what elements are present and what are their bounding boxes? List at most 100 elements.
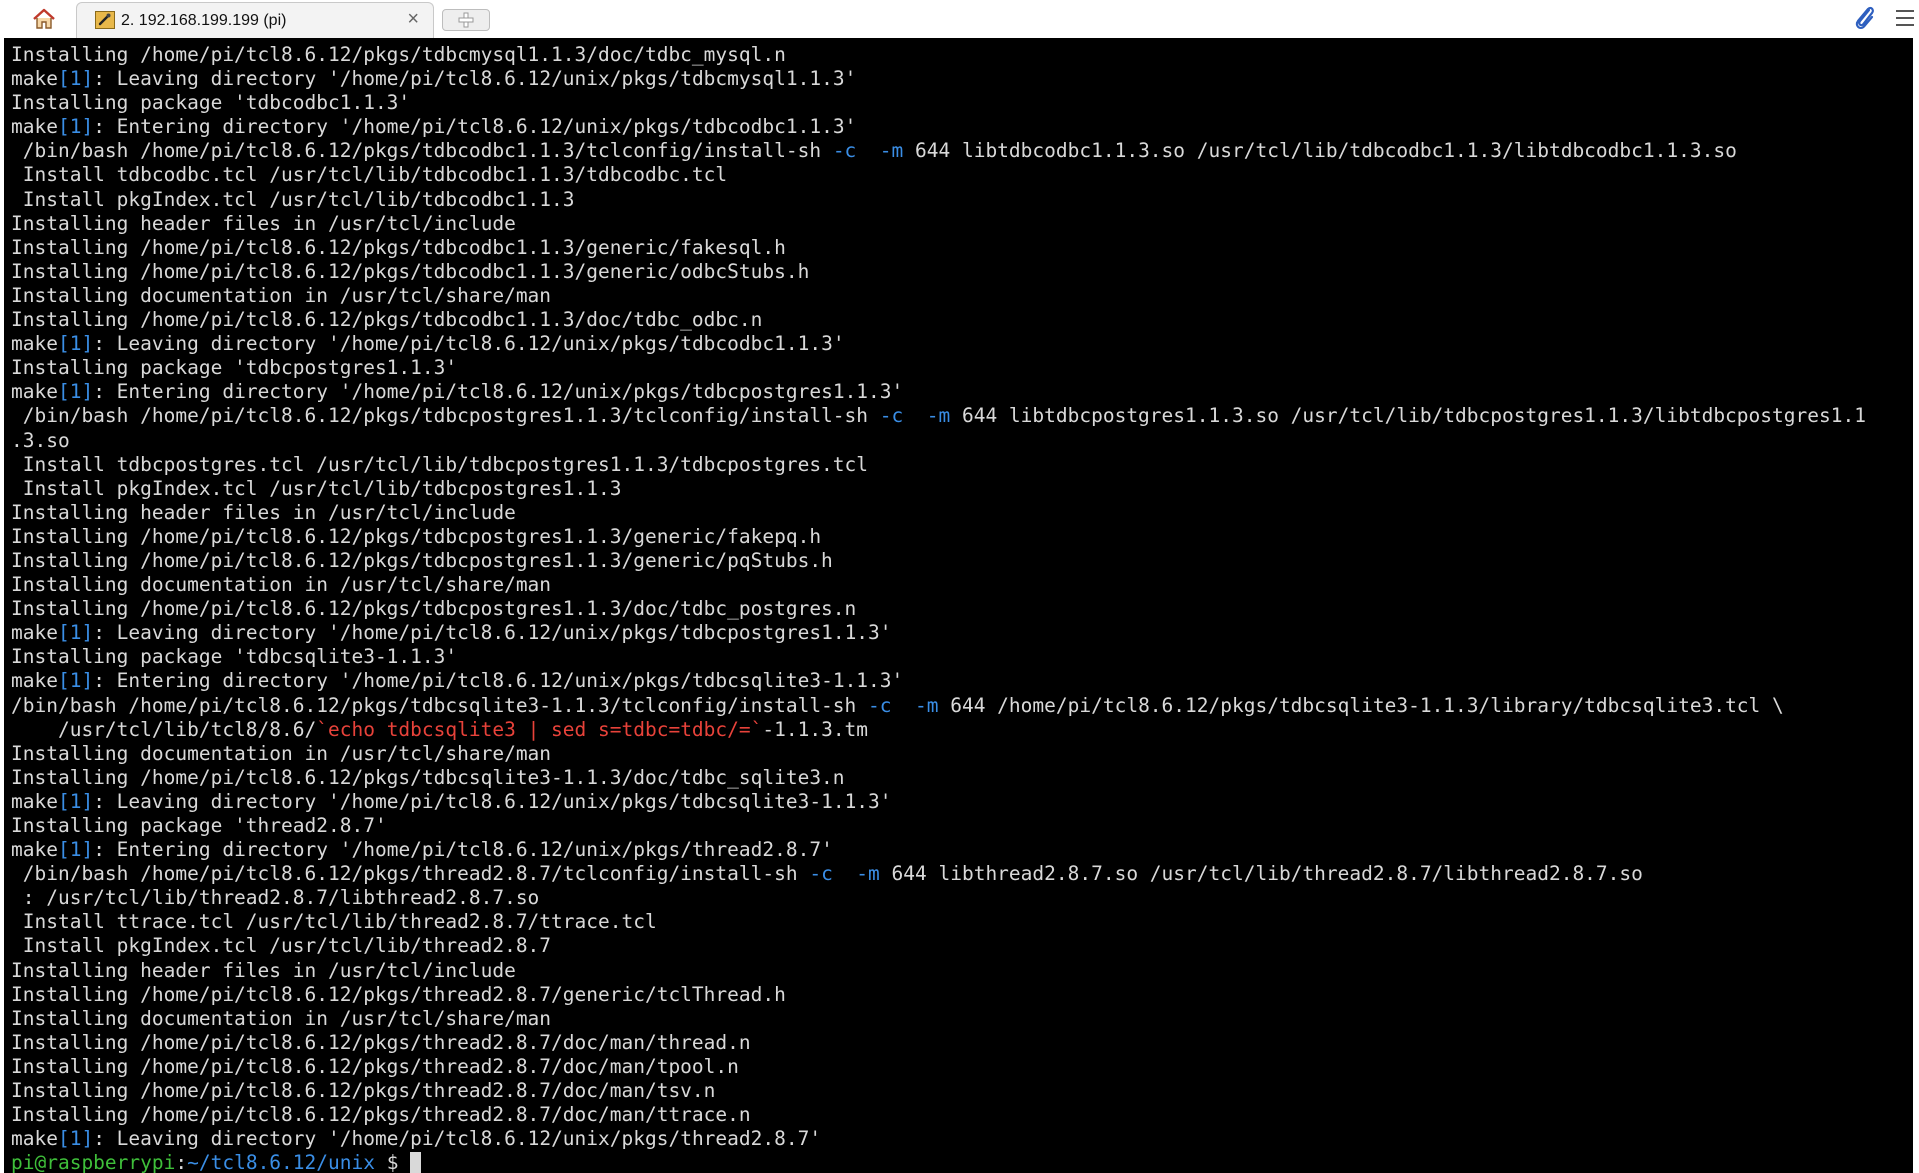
terminal-line: make[1]: Leaving directory '/home/pi/tcl… — [11, 790, 1866, 814]
attachment-icon[interactable] — [1852, 4, 1878, 32]
terminal-line: /bin/bash /home/pi/tcl8.6.12/pkgs/thread… — [11, 862, 1866, 886]
terminal-text-segment: Installing /home/pi/tcl8.6.12/pkgs/threa… — [11, 1030, 751, 1054]
prompt-separator: : — [175, 1151, 188, 1173]
terminal-text-segment: Installing header files in /usr/tcl/incl… — [11, 958, 516, 982]
terminal-line: make[1]: Entering directory '/home/pi/tc… — [11, 115, 1866, 139]
home-tab[interactable] — [8, 4, 80, 34]
terminal-text-segment: Install pkgIndex.tcl /usr/tcl/lib/tdbcod… — [11, 187, 575, 211]
terminal-line: Installing /home/pi/tcl8.6.12/pkgs/tdbcm… — [11, 43, 1866, 67]
terminal-line: make[1]: Entering directory '/home/pi/tc… — [11, 380, 1866, 404]
terminal-text-segment: Install pkgIndex.tcl /usr/tcl/lib/tdbcpo… — [11, 476, 622, 500]
terminal-text-segment: : Leaving directory '/home/pi/tcl8.6.12/… — [93, 332, 845, 356]
terminal-text-segment: /bin/bash /home/pi/tcl8.6.12/pkgs/tdbcsq… — [11, 693, 869, 717]
plus-icon — [458, 12, 474, 28]
home-icon — [33, 8, 55, 29]
terminal-text-segment: Installing /home/pi/tcl8.6.12/pkgs/tdbcp… — [11, 548, 833, 572]
terminal-text-segment: Installing /home/pi/tcl8.6.12/pkgs/threa… — [11, 1079, 716, 1103]
terminal-text-segment: [1] — [57, 380, 94, 404]
terminal-text-segment: Installing /home/pi/tcl8.6.12/pkgs/threa… — [11, 1103, 751, 1127]
terminal-text-segment: Installing package 'thread2.8.7' — [11, 814, 387, 837]
terminal-text-segment: Installing /home/pi/tcl8.6.12/pkgs/tdbco… — [11, 235, 786, 259]
terminal-text-segment: -c — [832, 139, 857, 163]
terminal-text-segment: : Entering directory '/home/pi/tcl8.6.12… — [93, 669, 904, 693]
shell-prompt[interactable]: pi@raspberrypi:~/tcl8.6.12/unix $ — [11, 1151, 1866, 1173]
terminal-line: Installing header files in /usr/tcl/incl… — [11, 959, 1866, 983]
terminal-text-segment: [1] — [57, 838, 94, 862]
prompt-symbol: $ — [374, 1151, 411, 1173]
new-tab-button[interactable] — [442, 9, 490, 31]
terminal-text-segment: Installing /home/pi/tcl8.6.12/pkgs/tdbco… — [11, 308, 763, 332]
terminal-text-segment: 644 /home/pi/tcl8.6.12/pkgs/tdbcsqlite3-… — [938, 693, 1784, 717]
terminal-text-segment: [1] — [57, 789, 94, 813]
terminal-text-segment: -c — [879, 404, 904, 428]
terminal-line: Install pkgIndex.tcl /usr/tcl/lib/thread… — [11, 934, 1866, 958]
terminal-text-segment: [1] — [57, 332, 94, 356]
terminal-text-segment: -m — [879, 139, 904, 163]
terminal-line: Installing /home/pi/tcl8.6.12/pkgs/tdbcp… — [11, 525, 1866, 549]
terminal-text-segment: Installing /home/pi/tcl8.6.12/pkgs/tdbcp… — [11, 597, 857, 621]
terminal-line: Installing header files in /usr/tcl/incl… — [11, 501, 1866, 525]
terminal-text-segment: -m — [856, 862, 880, 886]
terminal-text-segment: Install ttrace.tcl /usr/tcl/lib/thread2.… — [11, 910, 657, 934]
terminal-text-segment: `echo tdbcsqlite3 | sed s=tdbc=tdbc/=` — [316, 717, 763, 741]
terminal-text-segment: 644 libthread2.8.7.so /usr/tcl/lib/threa… — [879, 862, 1643, 886]
menu-icon[interactable] — [1894, 7, 1916, 29]
terminal-line: Install pkgIndex.tcl /usr/tcl/lib/tdbcod… — [11, 188, 1866, 212]
terminal-line: Install tdbcpostgres.tcl /usr/tcl/lib/td… — [11, 453, 1866, 477]
terminal-line: Installing /home/pi/tcl8.6.12/pkgs/threa… — [11, 983, 1866, 1007]
terminal-text-segment: /bin/bash /home/pi/tcl8.6.12/pkgs/tdbcod… — [11, 139, 833, 163]
terminal-line: Install ttrace.tcl /usr/tcl/lib/thread2.… — [11, 910, 1866, 934]
terminal-line: Installing header files in /usr/tcl/incl… — [11, 212, 1866, 236]
terminal-text-segment: Installing package 'tdbcsqlite3-1.1.3' — [11, 645, 458, 669]
terminal-line: Installing /home/pi/tcl8.6.12/pkgs/tdbcs… — [11, 766, 1866, 790]
terminal-text-segment: -m — [926, 404, 951, 428]
terminal-text-segment: make — [11, 380, 58, 404]
terminal-text-segment: Installing documentation in /usr/tcl/sha… — [11, 1006, 552, 1030]
terminal-text-segment: -c — [809, 862, 833, 886]
terminal-text-segment: [1] — [57, 669, 94, 693]
text-cursor — [410, 1152, 422, 1173]
terminal-text-segment: : Leaving directory '/home/pi/tcl8.6.12/… — [93, 1127, 822, 1151]
tab-title: 2. 192.168.199.199 (pi) — [121, 12, 287, 29]
prompt-user-host: pi@raspberrypi — [11, 1151, 176, 1173]
terminal-text-segment: /usr/tcl/lib/tcl8/8.6/ — [11, 717, 317, 741]
terminal-line: /bin/bash /home/pi/tcl8.6.12/pkgs/tdbcod… — [11, 139, 1866, 163]
terminal-text-segment: -m — [915, 693, 939, 717]
terminal-line: Installing /home/pi/tcl8.6.12/pkgs/threa… — [11, 1055, 1866, 1079]
terminal-text-segment: .3.so — [11, 428, 70, 452]
terminal-line: Installing /home/pi/tcl8.6.12/pkgs/tdbcp… — [11, 597, 1866, 621]
terminal-text-segment: Installing package 'tdbcodbc1.1.3' — [11, 91, 411, 115]
terminal-text-segment: Installing /home/pi/tcl8.6.12/pkgs/tdbcp… — [11, 524, 822, 548]
prompt-path: ~/tcl8.6.12/unix — [187, 1151, 375, 1173]
terminal-text-segment: Installing documentation in /usr/tcl/sha… — [11, 283, 552, 307]
terminal-line: Installing /home/pi/tcl8.6.12/pkgs/tdbco… — [11, 308, 1866, 332]
terminal-line: Installing documentation in /usr/tcl/sha… — [11, 284, 1866, 308]
terminal-text-segment: Installing header files in /usr/tcl/incl… — [11, 500, 516, 524]
terminal-line: Installing /home/pi/tcl8.6.12/pkgs/threa… — [11, 1031, 1866, 1055]
terminal-line: Installing package 'tdbcpostgres1.1.3' — [11, 356, 1866, 380]
terminal-text-segment: make — [11, 115, 58, 139]
terminal-line: Installing /home/pi/tcl8.6.12/pkgs/tdbcp… — [11, 549, 1866, 573]
terminal-text-segment: Installing /home/pi/tcl8.6.12/pkgs/threa… — [11, 982, 786, 1006]
terminal-text-segment: [1] — [57, 67, 94, 91]
terminal-line: make[1]: Leaving directory '/home/pi/tcl… — [11, 1127, 1866, 1151]
close-tab-icon[interactable]: × — [407, 9, 419, 29]
terminal-line: /bin/bash /home/pi/tcl8.6.12/pkgs/tdbcsq… — [11, 694, 1866, 718]
terminal-text-segment: make — [11, 669, 58, 693]
terminal-session-icon — [95, 11, 115, 29]
tab-session-pi[interactable]: 2. 192.168.199.199 (pi) × — [76, 2, 434, 38]
terminal-line: make[1]: Leaving directory '/home/pi/tcl… — [11, 621, 1866, 645]
terminal-text-segment: 644 libtdbcpostgres1.1.3.so /usr/tcl/lib… — [950, 404, 1866, 428]
terminal-line: /usr/tcl/lib/tcl8/8.6/`echo tdbcsqlite3 … — [11, 718, 1866, 742]
terminal-text-segment: : Leaving directory '/home/pi/tcl8.6.12/… — [93, 621, 892, 645]
terminal-output[interactable]: Installing /home/pi/tcl8.6.12/pkgs/tdbcm… — [4, 38, 1913, 1173]
terminal-text-segment: make — [11, 789, 58, 813]
terminal-scrollbar[interactable] — [1907, 38, 1913, 1173]
terminal-line: Install pkgIndex.tcl /usr/tcl/lib/tdbcpo… — [11, 477, 1866, 501]
terminal-line: Installing /home/pi/tcl8.6.12/pkgs/threa… — [11, 1103, 1866, 1127]
terminal-text-segment: make — [11, 332, 58, 356]
